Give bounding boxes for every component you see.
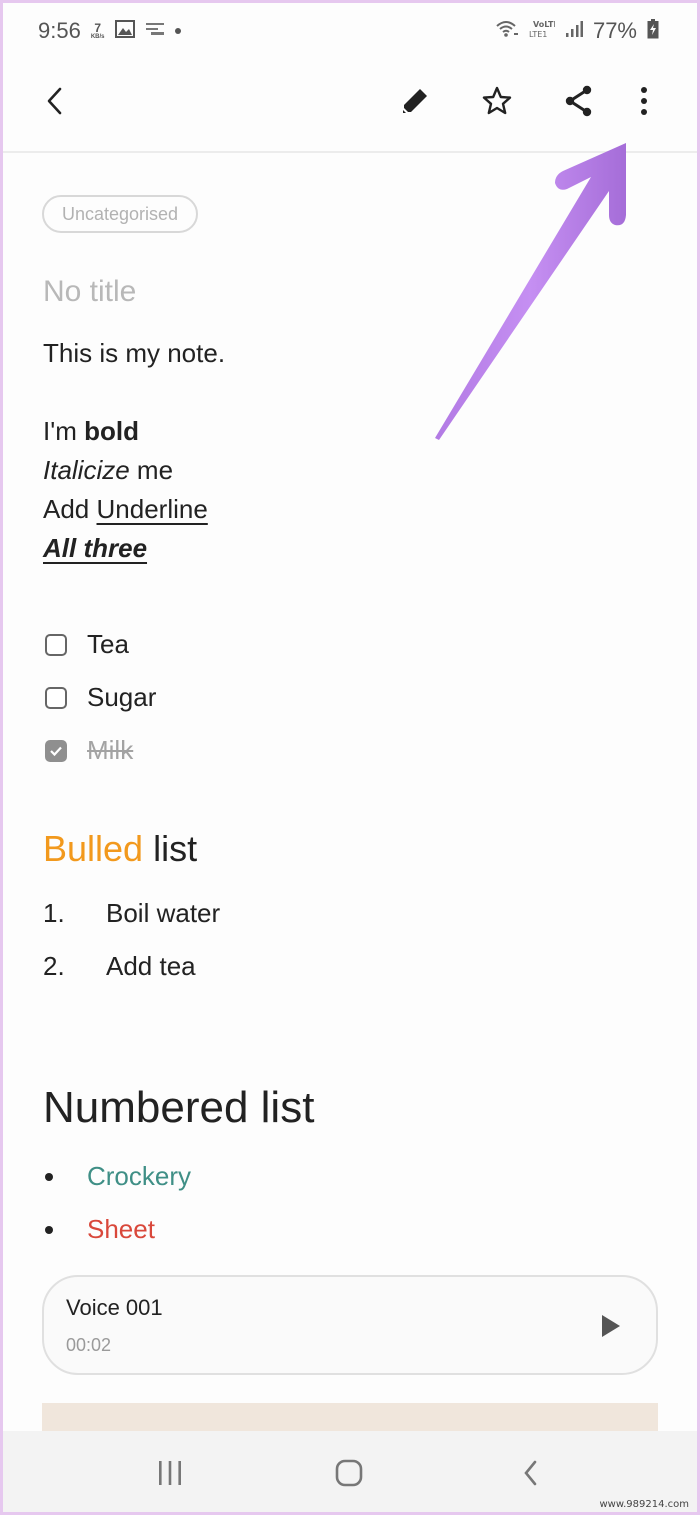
italic-text: Italicize — [43, 455, 130, 485]
battery-charging-icon — [647, 18, 659, 44]
numbered-list-heading[interactable]: Numbered list — [43, 1083, 314, 1133]
checkmark-icon — [50, 746, 62, 756]
more-options-button[interactable] — [622, 81, 666, 125]
note-text-italic-line[interactable]: Italicize me — [43, 455, 173, 486]
voice-recording-duration: 00:02 — [66, 1335, 112, 1355]
more-vertical-icon — [639, 85, 649, 122]
bold-text: bold — [84, 416, 139, 446]
checklist-item[interactable]: Tea — [45, 629, 129, 660]
status-time: 9:56 — [38, 18, 81, 43]
category-chip[interactable]: Uncategorised — [42, 195, 199, 233]
system-back-icon — [524, 1460, 537, 1486]
phone-screen: 9:56 7 KB/s VoLTELTE1 77% — [3, 3, 697, 1512]
system-back-button[interactable] — [511, 1453, 551, 1493]
wifi-icon — [495, 20, 519, 43]
bullet-dot — [45, 1225, 53, 1234]
voice-recording-name: Voice 001 — [66, 1295, 163, 1320]
volte-lte-icon: VoLTELTE1 — [529, 18, 559, 45]
home-icon — [335, 1459, 363, 1487]
checkbox-unchecked[interactable] — [45, 633, 67, 656]
battery-percent: 77% — [592, 18, 637, 43]
back-button[interactable] — [33, 81, 77, 125]
bullet-list-item[interactable]: Sheet — [43, 1214, 155, 1245]
annotation-arrow-shape — [435, 143, 626, 440]
note-text-all-three-line[interactable]: All three — [43, 533, 147, 564]
cast-notification-icon — [145, 21, 165, 42]
home-button[interactable] — [329, 1453, 369, 1493]
signal-strength-icon — [565, 20, 583, 43]
share-icon — [564, 85, 594, 122]
back-icon — [44, 86, 66, 121]
note-toolbar — [3, 59, 697, 153]
svg-text:LTE1: LTE1 — [529, 30, 547, 39]
note-text-intro[interactable]: This is my note. — [43, 338, 225, 369]
note-text-underline-line[interactable]: Add Underline — [43, 494, 208, 525]
bullet-dot — [45, 1172, 53, 1181]
ordered-list-item[interactable]: 2. Add tea — [43, 951, 196, 982]
voice-recording-card[interactable]: Voice 001 00:02 — [42, 1275, 658, 1375]
checkbox-unchecked[interactable] — [45, 686, 67, 709]
bullet-list-item[interactable]: Crockery — [43, 1161, 191, 1192]
edit-pencil-icon — [400, 86, 430, 121]
net-speed-indicator: 7 KB/s — [90, 21, 105, 40]
checklist-item-done[interactable]: Milk — [45, 735, 133, 766]
ordered-list-item[interactable]: 1. Boil water — [43, 898, 220, 929]
edit-button[interactable] — [393, 81, 437, 125]
svg-text:VoLTE: VoLTE — [533, 20, 555, 29]
watermark: www.989214.com — [599, 1499, 689, 1510]
bold-italic-underlined-text: All three — [43, 533, 148, 563]
play-icon — [602, 1315, 620, 1337]
play-button[interactable] — [592, 1309, 626, 1343]
checkbox-checked[interactable] — [45, 739, 67, 762]
underlined-text: Underline — [96, 494, 208, 524]
note-title-field[interactable]: No title — [43, 275, 136, 309]
share-button[interactable] — [557, 81, 601, 125]
more-notifications-dot — [174, 28, 181, 34]
recent-apps-icon — [159, 1461, 181, 1485]
gallery-notification-icon — [114, 19, 135, 43]
bulled-list-heading[interactable]: Bulled list — [43, 828, 197, 870]
favorite-button[interactable] — [475, 81, 519, 125]
status-bar: 9:56 7 KB/s VoLTELTE1 77% — [3, 3, 697, 59]
heading-colored-word: Bulled — [43, 828, 144, 869]
recent-apps-button[interactable] — [150, 1453, 190, 1493]
star-icon — [481, 85, 513, 122]
note-text-bold-line[interactable]: I'm bold — [43, 416, 139, 447]
checklist-item[interactable]: Sugar — [45, 682, 156, 713]
system-navigation-bar: www.989214.com — [3, 1431, 697, 1512]
